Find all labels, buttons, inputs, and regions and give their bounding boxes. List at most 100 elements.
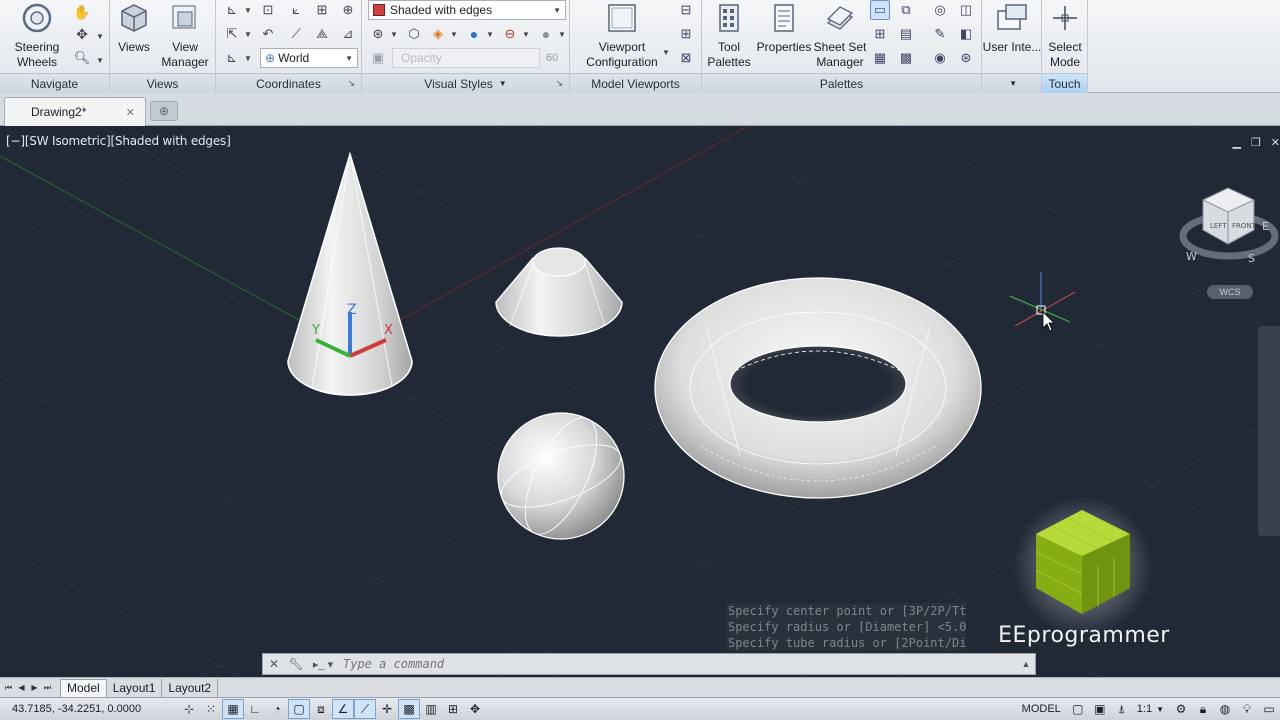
palette-toggle-9[interactable]: ✎ bbox=[930, 24, 950, 44]
ucs-x-button[interactable]: ⊿ bbox=[338, 24, 358, 44]
viewport-config-caret[interactable]: ▼ bbox=[662, 48, 670, 57]
texture-button[interactable]: ● bbox=[536, 24, 556, 44]
command-history-toggle[interactable]: ▲ bbox=[1017, 659, 1035, 669]
compass-east[interactable]: E bbox=[1262, 220, 1269, 233]
viewcube[interactable]: LEFT FRONT W S E bbox=[1179, 187, 1279, 265]
orbit-dropdown-caret[interactable]: ▼ bbox=[96, 32, 104, 41]
dynamic-ucs-button[interactable]: ⟋ bbox=[354, 699, 376, 719]
ucs-icon-button[interactable]: ⊕ bbox=[338, 0, 358, 20]
scale-dropdown-icon[interactable]: ▼ bbox=[1156, 705, 1164, 714]
last-layout-arrow-icon[interactable]: ⏭ bbox=[41, 681, 54, 695]
grid-display-button[interactable]: ▦ bbox=[222, 699, 244, 719]
model-space-button[interactable]: MODEL bbox=[1016, 699, 1067, 719]
dialog-launcher-icon[interactable]: ↘ bbox=[555, 78, 563, 89]
palette-toggle-6[interactable]: ▩ bbox=[896, 48, 916, 68]
first-layout-arrow-icon[interactable]: ⏮ bbox=[2, 681, 15, 695]
compass-west[interactable]: W bbox=[1186, 250, 1197, 263]
ortho-mode-button[interactable]: ∟ bbox=[244, 699, 266, 719]
drawing-viewport[interactable]: Z Y X LEFT FRONT W S E [−][SW Isometric]… bbox=[0, 126, 1280, 677]
frustum-solid[interactable] bbox=[495, 247, 623, 337]
ucs-z-axis-button[interactable]: ⟋ bbox=[286, 24, 306, 44]
ucs-view-button[interactable]: ⊞ bbox=[312, 0, 332, 20]
palette-toggle-8[interactable]: ◫ bbox=[956, 0, 976, 20]
view-manager-button[interactable]: View Manager bbox=[156, 2, 214, 70]
hardware-acceleration-button[interactable]: ◍ bbox=[1214, 699, 1236, 719]
quick-view-drawings-button[interactable]: ▣ bbox=[1089, 699, 1111, 719]
join-viewports-button[interactable]: ⊞ bbox=[676, 24, 696, 44]
quick-view-layouts-button[interactable]: ▢ bbox=[1067, 699, 1089, 719]
ucs-face-button[interactable]: ⊡ bbox=[258, 0, 278, 20]
tab-layout1[interactable]: Layout1 bbox=[107, 678, 163, 697]
palette-toggle-11[interactable]: ◉ bbox=[930, 48, 950, 68]
selection-cycling-button[interactable]: ✥ bbox=[464, 699, 486, 719]
sphere-solid[interactable] bbox=[494, 408, 629, 544]
views-button[interactable]: Views bbox=[114, 2, 154, 55]
shadow-button[interactable]: ◈ bbox=[428, 24, 448, 44]
ucs-button[interactable]: ⊾ bbox=[222, 0, 242, 20]
snap-mode-button[interactable]: ⁙ bbox=[200, 699, 222, 719]
3d-osnap-button[interactable]: ⧈ bbox=[310, 699, 332, 719]
quick-properties-button[interactable]: ⊞ bbox=[442, 699, 464, 719]
properties-button[interactable]: Properties bbox=[754, 2, 814, 55]
orbit-button[interactable]: ✥ bbox=[72, 24, 92, 44]
viewport-configuration-button[interactable]: Viewport Configuration bbox=[578, 2, 666, 70]
navigate-panel-title[interactable]: Navigate bbox=[0, 73, 109, 93]
face-style-button[interactable]: ⬡ bbox=[404, 24, 424, 44]
ucs-3point-button[interactable]: ⟁ bbox=[312, 24, 332, 44]
palette-toggle-10[interactable]: ◧ bbox=[956, 24, 976, 44]
palette-toggle-4[interactable]: ▤ bbox=[896, 24, 916, 44]
tab-layout2[interactable]: Layout2 bbox=[162, 678, 219, 697]
cone-solid[interactable] bbox=[287, 151, 413, 396]
palette-toggle-1[interactable]: ▭ bbox=[870, 0, 890, 20]
ucs-previous-button[interactable]: ↶ bbox=[258, 24, 278, 44]
ucs-world-dropdown[interactable]: ⊕ World ▼ bbox=[260, 48, 358, 68]
annotation-visibility-button[interactable]: ⍋ bbox=[1111, 699, 1133, 719]
transparency-button[interactable]: ▥ bbox=[420, 699, 442, 719]
close-icon[interactable]: ✕ bbox=[1271, 136, 1280, 149]
coordinates-panel-title[interactable]: Coordinates ↘ bbox=[216, 73, 361, 93]
close-icon[interactable]: ✕ bbox=[126, 106, 135, 119]
model-viewports-panel-title[interactable]: Model Viewports bbox=[570, 73, 701, 93]
zoom-dropdown-caret[interactable]: ▼ bbox=[96, 56, 104, 65]
texture-caret[interactable]: ▼ bbox=[558, 30, 566, 39]
visual-style-dropdown[interactable]: Shaded with edges ▼ bbox=[368, 0, 566, 20]
named-viewports-button[interactable]: ⊟ bbox=[676, 0, 696, 20]
zoom-button[interactable]: 🔍︎ bbox=[72, 48, 92, 68]
visual-styles-panel-title[interactable]: Visual Styles ▼ ↘ bbox=[362, 73, 569, 93]
annotation-scale[interactable]: 1:1 bbox=[1133, 703, 1156, 715]
ucs-origin-button[interactable]: ⇱ bbox=[222, 24, 242, 44]
navigation-bar[interactable] bbox=[1258, 326, 1280, 536]
material-caret[interactable]: ▼ bbox=[522, 30, 530, 39]
workspace-switching-button[interactable]: ⚙ bbox=[1170, 699, 1192, 719]
object-snap-button[interactable]: ▢ bbox=[288, 699, 310, 719]
tool-palettes-button[interactable]: Tool Palettes bbox=[702, 2, 756, 70]
opacity-toggle[interactable]: ▣ bbox=[368, 48, 388, 68]
viewcube-left-face[interactable]: LEFT bbox=[1210, 222, 1227, 230]
touch-panel-title[interactable]: Touch bbox=[1042, 73, 1087, 93]
edge-effects-button[interactable]: ⊛ bbox=[368, 24, 388, 44]
infer-constraints-button[interactable]: ⊹ bbox=[178, 699, 200, 719]
polar-tracking-button[interactable]: ◔ bbox=[266, 699, 288, 719]
palette-toggle-2[interactable]: ⧉ bbox=[896, 0, 916, 20]
edge-effects-caret[interactable]: ▼ bbox=[390, 30, 398, 39]
recent-commands-button[interactable]: ▸_ ▾ bbox=[307, 654, 339, 674]
command-input[interactable] bbox=[339, 655, 1017, 673]
lock-ui-button[interactable]: 🔒︎ bbox=[1192, 699, 1214, 719]
lighting-button[interactable]: ● bbox=[464, 24, 484, 44]
ucs-object-button[interactable]: ⟀ bbox=[286, 0, 306, 20]
opacity-field[interactable]: Opacity bbox=[392, 48, 540, 68]
clean-screen-button[interactable]: ▭ bbox=[1258, 699, 1280, 719]
palette-toggle-7[interactable]: ◎ bbox=[930, 0, 950, 20]
coordinate-readout[interactable]: 43.7185, -34.2251, 0.0000 bbox=[0, 703, 178, 715]
new-drawing-button[interactable]: ⊕ bbox=[150, 101, 178, 121]
viewcube-front-face[interactable]: FRONT bbox=[1232, 222, 1257, 230]
views-panel-title[interactable]: Views bbox=[110, 73, 215, 93]
shadow-caret[interactable]: ▼ bbox=[450, 30, 458, 39]
palette-toggle-3[interactable]: ⊞ bbox=[870, 24, 890, 44]
tab-model[interactable]: Model bbox=[60, 678, 107, 697]
wcs-menu-button[interactable]: WCS bbox=[1207, 285, 1253, 299]
next-layout-arrow-icon[interactable]: ▶ bbox=[28, 681, 41, 695]
prev-layout-arrow-icon[interactable]: ◀ bbox=[15, 681, 28, 695]
lineweight-button[interactable]: ▩ bbox=[398, 699, 420, 719]
ucs-named-caret[interactable]: ▼ bbox=[244, 54, 252, 63]
